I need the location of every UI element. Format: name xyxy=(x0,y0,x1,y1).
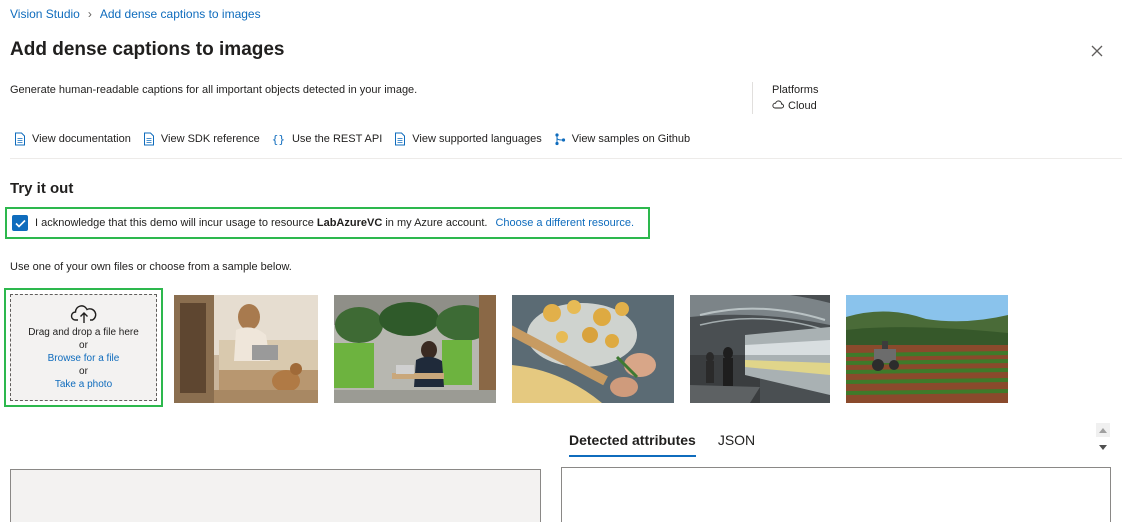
platforms-value: Cloud xyxy=(772,100,817,112)
sample-image-tractor-farm[interactable] xyxy=(846,295,1008,403)
acknowledge-checkbox[interactable] xyxy=(12,215,28,231)
sample-image-woman-laptop-bed[interactable] xyxy=(174,295,318,403)
take-photo-link[interactable]: Take a photo xyxy=(55,378,112,391)
breadcrumb-current-link[interactable]: Add dense captions to images xyxy=(100,7,261,21)
braces-icon: {} xyxy=(271,132,285,146)
view-sdk-reference-link[interactable]: View SDK reference xyxy=(143,132,260,146)
view-supported-languages-link[interactable]: View supported languages xyxy=(394,132,542,146)
browse-file-link[interactable]: Browse for a file xyxy=(48,352,120,365)
drag-drop-text: Drag and drop a file here xyxy=(28,327,139,338)
choose-different-resource-link[interactable]: Choose a different resource. xyxy=(495,217,634,229)
results-panel xyxy=(561,467,1111,522)
resource-name: LabAzureVC xyxy=(316,217,383,229)
image-preview-panel xyxy=(10,469,541,522)
upload-dropzone-highlight: Drag and drop a file here or Browse for … xyxy=(4,288,163,407)
result-tabs: Detected attributes JSON xyxy=(569,432,777,457)
or-text: or xyxy=(79,366,88,377)
resource-links: View documentation View SDK reference {}… xyxy=(14,132,702,146)
use-rest-api-link[interactable]: {} Use the REST API xyxy=(272,133,383,146)
view-samples-github-link[interactable]: View samples on Github xyxy=(554,132,690,146)
close-icon[interactable] xyxy=(1088,42,1106,60)
platforms-title: Platforms xyxy=(772,84,819,96)
sample-image-pasta[interactable] xyxy=(512,295,674,403)
checkmark-icon xyxy=(14,219,26,228)
page-title: Add dense captions to images xyxy=(10,39,285,60)
acknowledge-text: I acknowledge that this demo will incur … xyxy=(35,217,488,229)
upload-dropzone[interactable]: Drag and drop a file here or Browse for … xyxy=(10,294,157,401)
breadcrumb: Vision Studio › Add dense captions to im… xyxy=(10,7,261,21)
tab-detected-attributes[interactable]: Detected attributes xyxy=(569,432,696,457)
page-description: Generate human-readable captions for all… xyxy=(10,84,418,96)
document-icon xyxy=(143,132,154,146)
tab-json[interactable]: JSON xyxy=(718,432,755,455)
scroll-down-icon[interactable] xyxy=(1096,440,1110,454)
sample-image-train-station[interactable] xyxy=(690,295,830,403)
sample-hint: Use one of your own files or choose from… xyxy=(10,261,292,273)
section-divider xyxy=(10,158,1122,159)
breadcrumb-root-link[interactable]: Vision Studio xyxy=(10,7,80,21)
try-it-out-title: Try it out xyxy=(10,180,74,197)
acknowledge-row: I acknowledge that this demo will incur … xyxy=(5,207,650,239)
vertical-divider xyxy=(752,82,753,114)
sample-image-office-laptop[interactable] xyxy=(334,295,496,403)
view-documentation-link[interactable]: View documentation xyxy=(14,132,131,146)
chevron-right-icon: › xyxy=(87,7,92,21)
scroll-up-icon[interactable] xyxy=(1096,423,1110,437)
cloud-icon xyxy=(772,100,784,112)
platforms-value-label: Cloud xyxy=(788,100,817,112)
branch-icon xyxy=(555,133,565,146)
scrollbar[interactable] xyxy=(1096,423,1110,456)
or-text: or xyxy=(79,340,88,351)
cloud-upload-icon xyxy=(70,305,96,323)
document-icon xyxy=(15,132,25,146)
document-icon xyxy=(395,132,406,146)
